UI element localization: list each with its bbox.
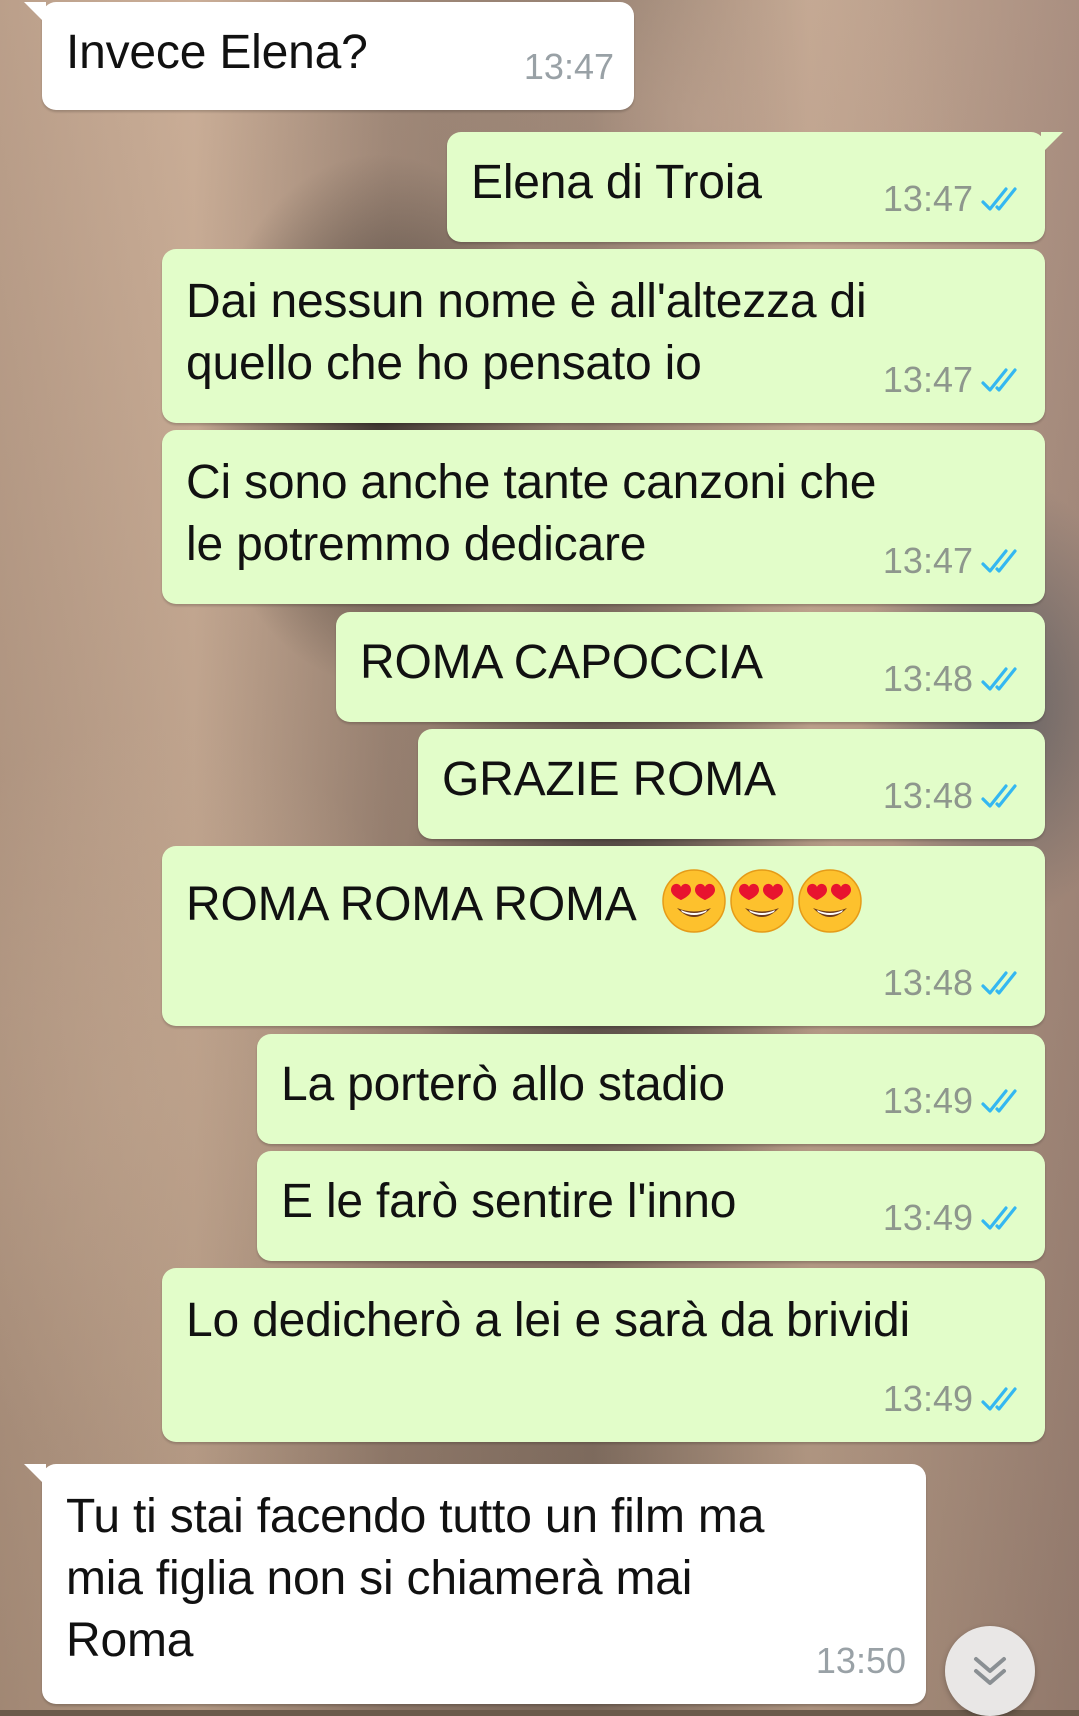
outgoing-message[interactable]: Ci sono anche tante canzoni che le potre… xyxy=(162,430,1045,604)
heart-eyes-emoji xyxy=(662,869,726,933)
incoming-message[interactable]: Tu ti stai facendo tutto un film ma mia … xyxy=(24,1464,926,1704)
outgoing-message[interactable]: ROMA CAPOCCIA 13:48 xyxy=(336,612,1045,722)
message-meta: 13:47 xyxy=(883,349,1025,411)
message-text: ROMA ROMA ROMA xyxy=(186,868,1021,936)
message-time: 13:48 xyxy=(882,775,973,816)
outgoing-message[interactable]: Dai nessun nome è all'altezza di quello … xyxy=(162,249,1045,423)
outgoing-message[interactable]: Lo dedicherò a lei e sarà da brividi 13:… xyxy=(162,1268,1045,1442)
message-meta: 13:49 xyxy=(883,1368,1025,1430)
message-time: 13:47 xyxy=(882,359,973,400)
bubble-tail xyxy=(24,1464,46,1486)
message-meta: 13:47 xyxy=(883,530,1025,592)
double-check-read-icon xyxy=(981,1089,1017,1113)
outgoing-message[interactable]: La porterò allo stadio 13:49 xyxy=(257,1034,1045,1144)
message-time: 13:47 xyxy=(882,540,973,581)
message-time: 13:49 xyxy=(882,1197,973,1238)
double-check-read-icon xyxy=(981,1206,1017,1230)
message-meta: 13:48 xyxy=(883,765,1025,827)
heart-eyes-emoji xyxy=(730,869,794,933)
double-check-read-icon xyxy=(981,368,1017,392)
message-text-content: ROMA ROMA ROMA xyxy=(186,878,634,931)
message-time: 13:49 xyxy=(882,1080,973,1121)
message-text: Lo dedicherò a lei e sarà da brividi xyxy=(186,1294,910,1347)
outgoing-message[interactable]: ROMA ROMA ROMA 13:48 xyxy=(162,846,1045,1026)
message-text: Tu ti stai facendo tutto un film ma mia … xyxy=(66,1490,765,1667)
message-meta: 13:49 xyxy=(883,1070,1025,1132)
message-time: 13:48 xyxy=(882,962,973,1003)
message-time: 13:47 xyxy=(523,46,614,87)
double-check-read-icon xyxy=(981,187,1017,211)
outgoing-message[interactable]: E le farò sentire l'inno 13:49 xyxy=(257,1151,1045,1261)
bubble-tail xyxy=(24,2,46,24)
message-time: 13:47 xyxy=(882,178,973,219)
bubble-tail xyxy=(1041,132,1063,154)
message-time: 13:49 xyxy=(882,1378,973,1419)
outgoing-message[interactable]: GRAZIE ROMA 13:48 xyxy=(418,729,1045,839)
message-meta: 13:47 xyxy=(883,168,1025,230)
message-meta: 13:48 xyxy=(883,952,1025,1014)
double-chevron-down-icon xyxy=(974,1657,1006,1685)
heart-eyes-emoji xyxy=(798,869,862,933)
double-check-read-icon xyxy=(981,971,1017,995)
double-check-read-icon xyxy=(981,784,1017,808)
scroll-to-bottom-button[interactable] xyxy=(945,1626,1035,1716)
message-time: 13:50 xyxy=(815,1640,906,1681)
outgoing-message[interactable]: Elena di Troia 13:47 xyxy=(447,132,1063,242)
message-meta: 13:48 xyxy=(883,648,1025,710)
message-meta: 13:50 xyxy=(816,1630,906,1692)
double-check-read-icon xyxy=(981,667,1017,691)
message-meta: 13:49 xyxy=(883,1187,1025,1249)
double-check-read-icon xyxy=(981,1387,1017,1411)
message-time: 13:48 xyxy=(882,658,973,699)
message-meta: 13:47 xyxy=(524,36,614,98)
incoming-message[interactable]: Invece Elena? 13:47 xyxy=(24,2,634,110)
double-check-read-icon xyxy=(981,549,1017,573)
